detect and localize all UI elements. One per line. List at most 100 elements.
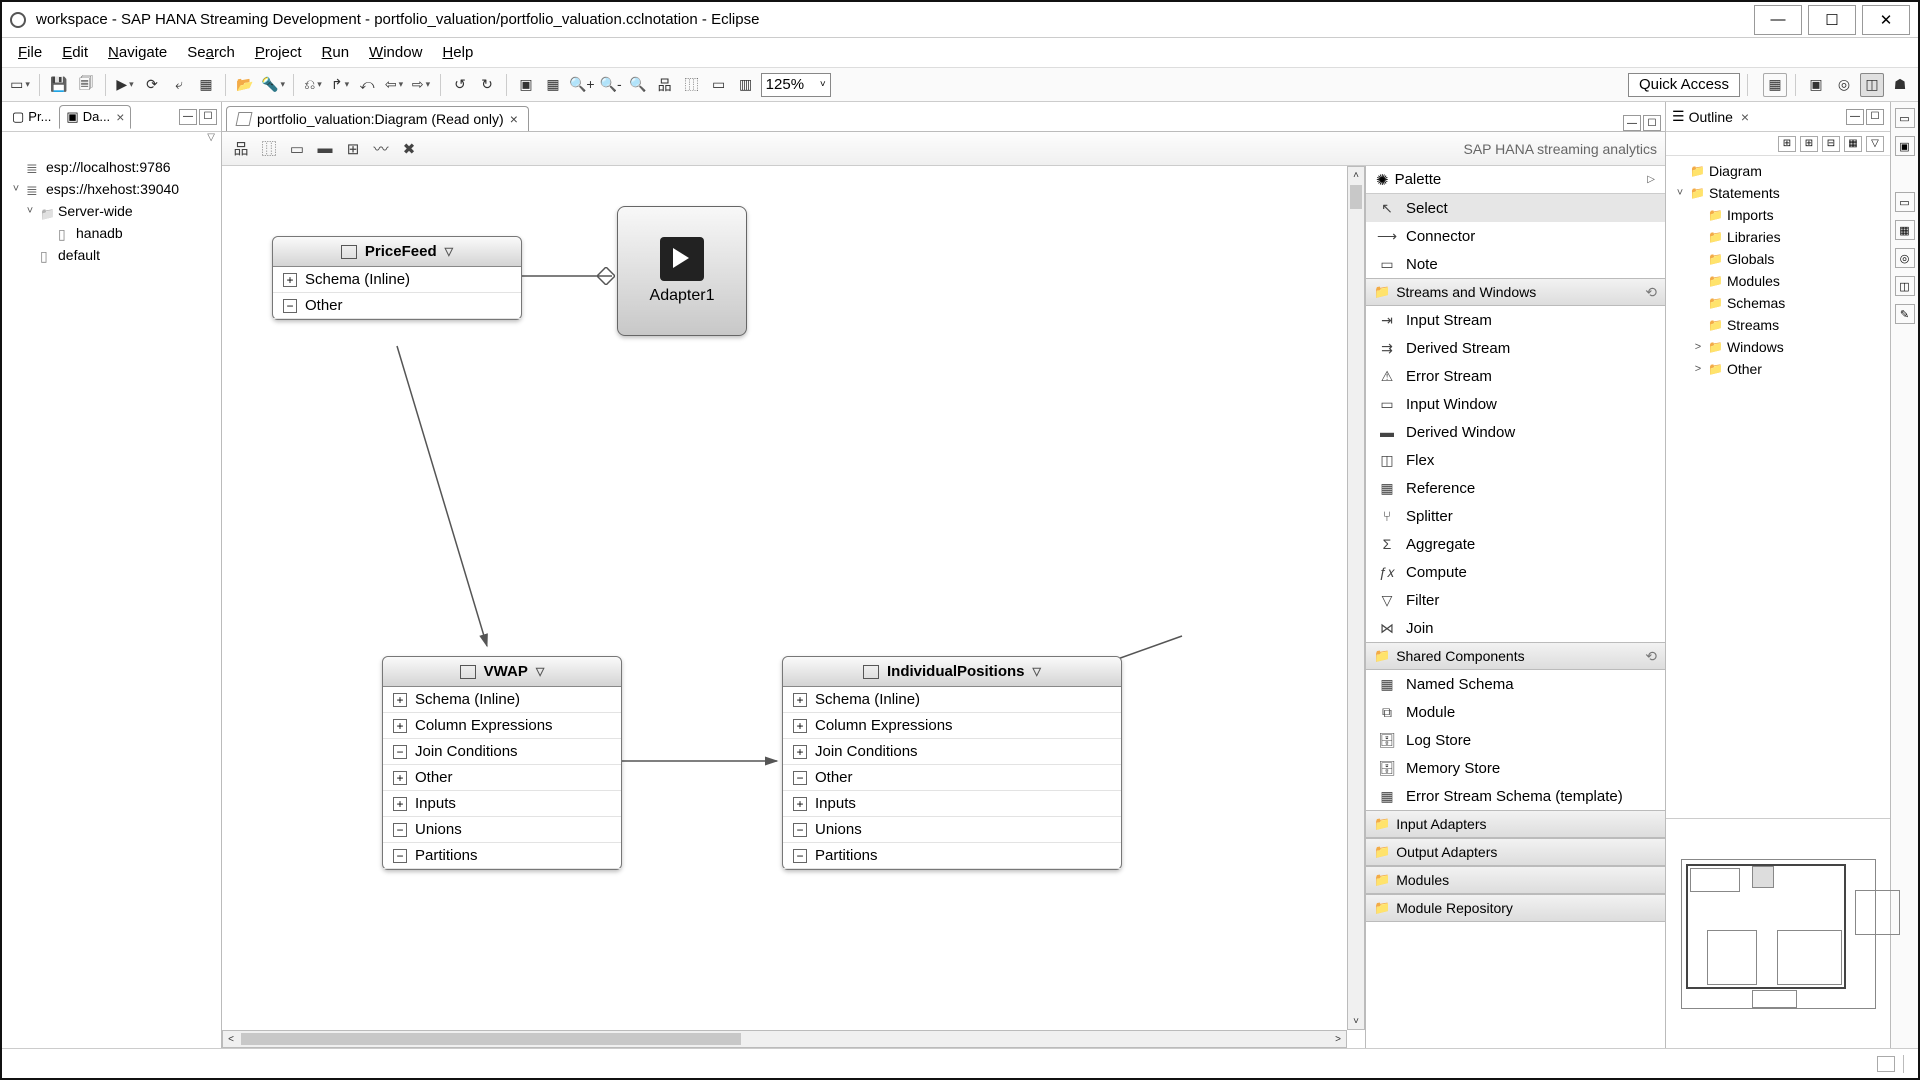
- outline-node-imports[interactable]: 📁Imports: [1668, 204, 1888, 226]
- node-item[interactable]: +Join Conditions: [783, 739, 1121, 765]
- outline-thumbnail[interactable]: [1666, 818, 1890, 1048]
- palette-item-input-stream[interactable]: ⇥Input Stream: [1366, 306, 1665, 334]
- minimize-view-button[interactable]: —: [1846, 109, 1864, 125]
- node-item[interactable]: −Partitions: [383, 843, 621, 869]
- palette-item-error-stream-schema-(template)[interactable]: ▦Error Stream Schema (template): [1366, 782, 1665, 810]
- perspective-1[interactable]: ▣: [1804, 73, 1828, 97]
- palette-item-module[interactable]: ⧉Module: [1366, 698, 1665, 726]
- node-item[interactable]: −Unions: [383, 817, 621, 843]
- palette-section-streams[interactable]: 📁 Streams and Windows ⟲: [1366, 278, 1665, 306]
- status-icon[interactable]: [1877, 1056, 1895, 1072]
- perspective-3[interactable]: ◫: [1860, 73, 1884, 97]
- scroll-left-icon[interactable]: ˂: [223, 1031, 239, 1047]
- palette-section-module-repository[interactable]: 📁Module Repository: [1366, 894, 1665, 922]
- outline-btn-1[interactable]: ⊞: [1778, 136, 1796, 152]
- node-item[interactable]: +Schema (Inline): [383, 687, 621, 713]
- left-tab-projects[interactable]: ▢ Pr...: [6, 105, 57, 129]
- new-button[interactable]: ▭▾: [8, 73, 32, 97]
- expand-icon[interactable]: [1692, 231, 1704, 243]
- date-button[interactable]: ▦: [194, 73, 218, 97]
- palette-item-splitter[interactable]: ⑂Splitter: [1366, 502, 1665, 530]
- expand-icon[interactable]: +: [393, 693, 407, 707]
- expand-icon[interactable]: ˃: [1692, 341, 1704, 353]
- collapse-icon[interactable]: −: [793, 849, 807, 863]
- zoom-out-button[interactable]: 🔍-: [599, 73, 623, 97]
- palette-item-named-schema[interactable]: ▦Named Schema: [1366, 670, 1665, 698]
- node-item[interactable]: +Column Expressions: [783, 713, 1121, 739]
- minimize-editor-button[interactable]: —: [1623, 115, 1641, 131]
- vertical-scrollbar[interactable]: ˄ ˅: [1347, 166, 1365, 1030]
- zoom-fit-button[interactable]: 🔍: [626, 73, 650, 97]
- run-button[interactable]: ▶▾: [113, 73, 137, 97]
- collapse-icon[interactable]: −: [793, 771, 807, 785]
- perspective-4[interactable]: ☗: [1888, 73, 1912, 97]
- collapse-icon[interactable]: −: [283, 299, 297, 313]
- collapse-icon[interactable]: −: [393, 849, 407, 863]
- maximize-view-button[interactable]: ☐: [199, 109, 217, 125]
- close-button[interactable]: ✕: [1862, 5, 1910, 35]
- menu-run[interactable]: Run: [312, 38, 360, 67]
- palette-section-modules[interactable]: 📁Modules: [1366, 866, 1665, 894]
- expand-icon[interactable]: [1692, 253, 1704, 265]
- tree-node-localhost[interactable]: esp://localhost:9786: [6, 156, 217, 178]
- expand-icon[interactable]: [1692, 275, 1704, 287]
- outline-node-modules[interactable]: 📁Modules: [1668, 270, 1888, 292]
- refresh-button[interactable]: ⟳: [140, 73, 164, 97]
- maximize-button[interactable]: ☐: [1808, 5, 1856, 35]
- expand-icon[interactable]: +: [393, 719, 407, 733]
- palette-item-derived-stream[interactable]: ⇉Derived Stream: [1366, 334, 1665, 362]
- minimize-view-button[interactable]: —: [179, 109, 197, 125]
- menu-file[interactable]: File: [8, 38, 52, 67]
- palette-item-join[interactable]: ⋈Join: [1366, 614, 1665, 642]
- outline-btn-3[interactable]: ⊟: [1822, 136, 1840, 152]
- tree-node-default[interactable]: default: [6, 244, 217, 266]
- node-header[interactable]: IndividualPositions ▽: [783, 657, 1121, 687]
- palette-section-shared[interactable]: 📁 Shared Components ⟲: [1366, 642, 1665, 670]
- node-individual-positions[interactable]: IndividualPositions ▽ +Schema (Inline)+C…: [782, 656, 1122, 870]
- menu-edit[interactable]: Edit: [52, 38, 98, 67]
- outline-node-schemas[interactable]: 📁Schemas: [1668, 292, 1888, 314]
- outline-node-libraries[interactable]: 📁Libraries: [1668, 226, 1888, 248]
- outline-node-other[interactable]: ˃📁Other: [1668, 358, 1888, 380]
- node-item[interactable]: −Unions: [783, 817, 1121, 843]
- menu-project[interactable]: Project: [245, 38, 312, 67]
- left-tab-data[interactable]: ▣ Da... ×: [59, 105, 131, 129]
- palette-item-flex[interactable]: ◫Flex: [1366, 446, 1665, 474]
- menu-window[interactable]: Window: [359, 38, 432, 67]
- palette-section-output-adapters[interactable]: 📁Output Adapters: [1366, 838, 1665, 866]
- palette-item-input-window[interactable]: ▭Input Window: [1366, 390, 1665, 418]
- node-item[interactable]: +Other: [383, 765, 621, 791]
- scroll-up-icon[interactable]: ˄: [1348, 167, 1364, 183]
- open-folder-button[interactable]: 📂: [233, 73, 257, 97]
- layout-horiz-button[interactable]: ⿲: [258, 138, 280, 160]
- outline-btn-4[interactable]: ▦: [1844, 136, 1862, 152]
- expand-button[interactable]: ⊞: [342, 138, 364, 160]
- layout-tree-button[interactable]: 品: [230, 138, 252, 160]
- undo-nav-button[interactable]: ⤺: [355, 73, 379, 97]
- delete-button[interactable]: ✖: [398, 138, 420, 160]
- zoom-in-button[interactable]: 🔍+: [568, 73, 596, 97]
- palette-item-log-store[interactable]: 🗄Log Store: [1366, 726, 1665, 754]
- save-all-button[interactable]: 🗐: [74, 73, 98, 97]
- close-icon[interactable]: ×: [116, 109, 124, 125]
- trim-btn-5[interactable]: ◎: [1895, 248, 1915, 268]
- expand-icon[interactable]: +: [393, 797, 407, 811]
- menu-search[interactable]: Search: [177, 38, 245, 67]
- palette-section-input-adapters[interactable]: 📁Input Adapters: [1366, 810, 1665, 838]
- save-button[interactable]: 💾: [47, 73, 71, 97]
- print-button[interactable]: ▦: [541, 73, 565, 97]
- palette-item-derived-window[interactable]: ▬Derived Window: [1366, 418, 1665, 446]
- view-b-button[interactable]: ▬: [314, 138, 336, 160]
- collapse-icon[interactable]: −: [793, 823, 807, 837]
- expand-icon[interactable]: +: [283, 273, 297, 287]
- outline-menu-button[interactable]: ▽: [1866, 136, 1884, 152]
- tree-node-hanadb[interactable]: hanadb: [6, 222, 217, 244]
- maximize-view-button[interactable]: ☐: [1866, 109, 1884, 125]
- node-pricefeed[interactable]: PriceFeed ▽ +Schema (Inline) −Other: [272, 236, 522, 320]
- stop-button[interactable]: ⤶: [167, 73, 191, 97]
- forward-button[interactable]: ⇨▾: [409, 73, 433, 97]
- cycle-icon[interactable]: ⟲: [1645, 648, 1657, 665]
- trim-btn-6[interactable]: ◫: [1895, 276, 1915, 296]
- expand-icon[interactable]: +: [793, 745, 807, 759]
- outline-node-diagram[interactable]: 📁Diagram: [1668, 160, 1888, 182]
